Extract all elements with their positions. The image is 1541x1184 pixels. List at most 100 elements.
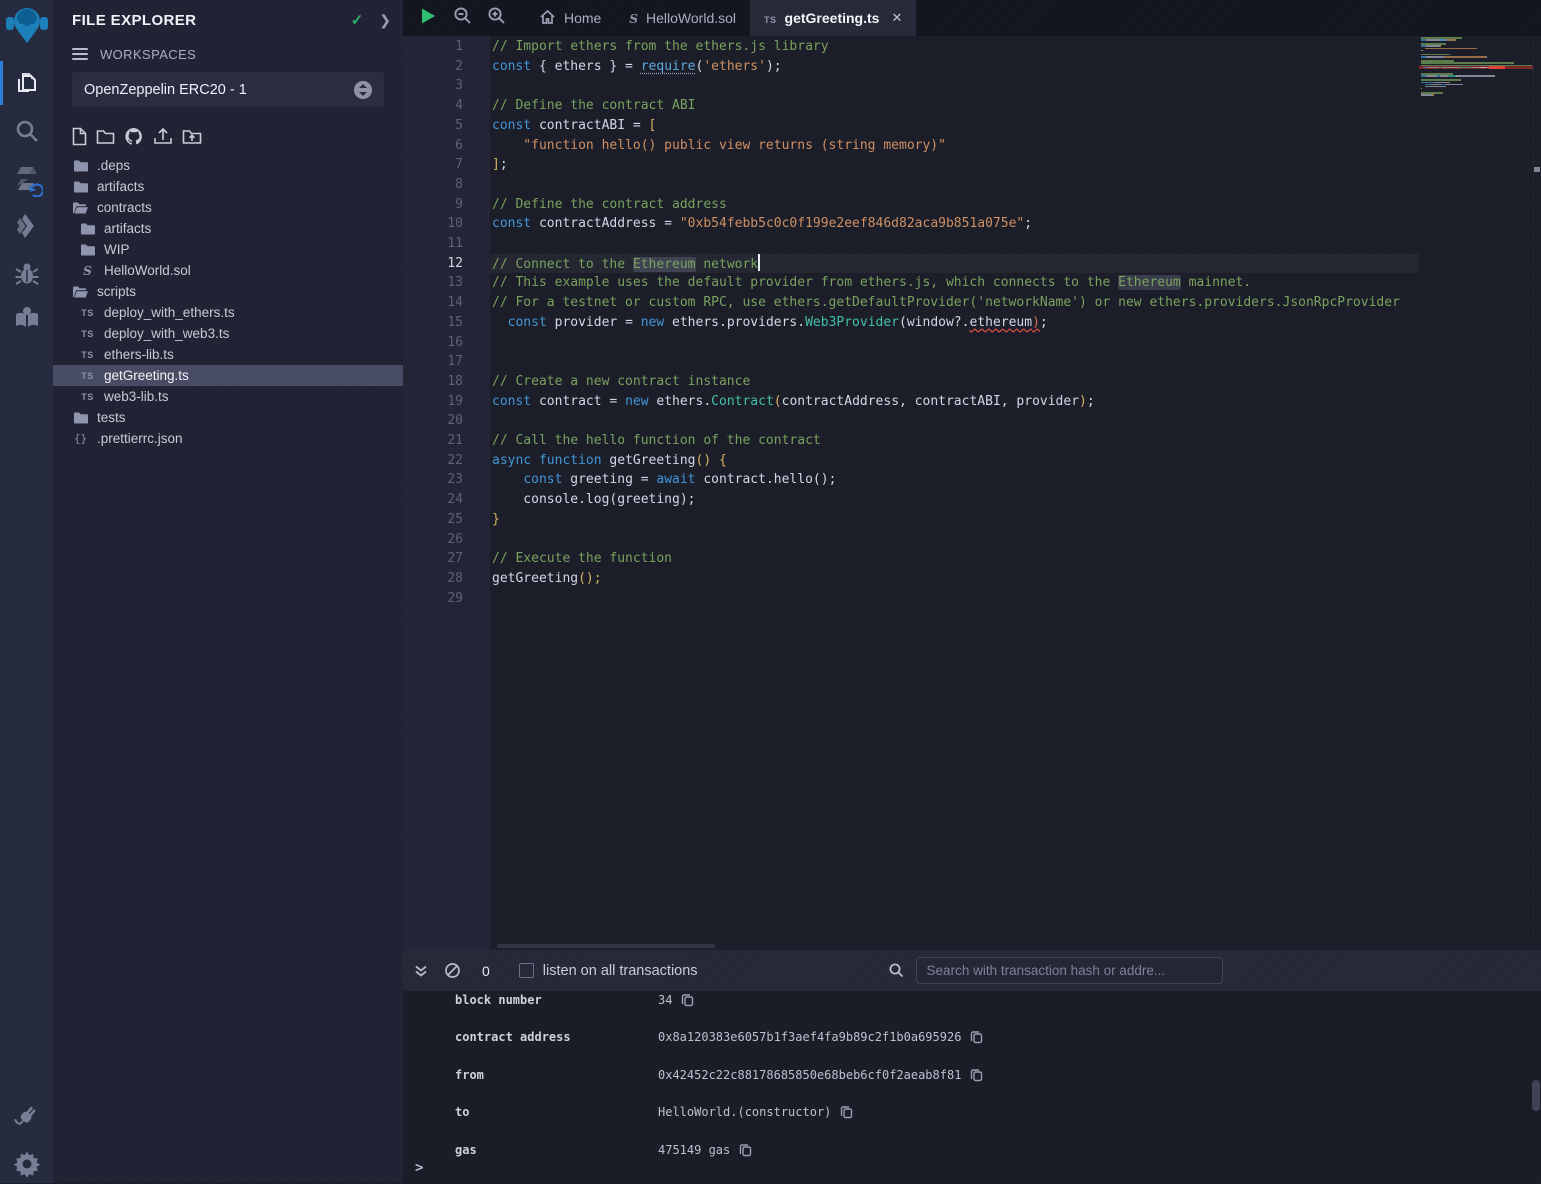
terminal-search-input[interactable] <box>916 957 1223 984</box>
tree-item-label: scripts <box>97 284 136 299</box>
code-area[interactable]: // Import ethers from the ethers.js libr… <box>492 37 1419 950</box>
transaction-count: 0 <box>482 963 490 979</box>
code-line-18[interactable]: // Create a new contract instance <box>492 372 750 392</box>
code-line-5[interactable]: const contractABI = [ <box>492 116 656 136</box>
tree-item-tests[interactable]: tests <box>53 407 403 428</box>
code-line-4[interactable]: // Define the contract ABI <box>492 96 696 116</box>
tree-item-artifacts[interactable]: artifacts <box>53 176 403 197</box>
tree-item-label: HelloWorld.sol <box>104 263 191 278</box>
tab-home[interactable]: Home <box>525 0 615 36</box>
code-line-21[interactable]: // Call the hello function of the contra… <box>492 431 821 451</box>
code-line-1[interactable]: // Import ethers from the ethers.js libr… <box>492 37 829 57</box>
clear-console-icon[interactable] <box>444 962 461 979</box>
tx-detail-label: block number <box>455 993 542 1007</box>
copy-icon[interactable] <box>970 1030 983 1044</box>
tree-item-contracts[interactable]: contracts <box>53 197 403 218</box>
code-line-7[interactable]: ]; <box>492 155 508 175</box>
rail-item-remix-logo[interactable] <box>0 6 53 46</box>
listen-transactions-label: listen on all transactions <box>543 963 698 979</box>
tx-detail-row: gas475149 gas <box>403 1140 1541 1160</box>
tree-item-ethers-lib-ts[interactable]: TSethers-lib.ts <box>53 344 403 365</box>
tree-item-getgreeting-ts[interactable]: TSgetGreeting.ts <box>53 365 403 386</box>
tree-item-label: artifacts <box>104 221 151 236</box>
rail-item-settings[interactable] <box>0 1144 53 1184</box>
horizontal-scrollbar-thumb[interactable] <box>497 944 715 948</box>
minimap[interactable] <box>1419 37 1533 117</box>
line-number: 27 <box>403 549 463 569</box>
hamburger-menu-icon[interactable] <box>72 48 88 60</box>
copy-icon[interactable] <box>970 1068 983 1082</box>
line-number: 22 <box>403 451 463 471</box>
line-number: 9 <box>403 195 463 215</box>
code-line-12[interactable]: // Connect to the Ethereum network <box>492 254 760 274</box>
copy-icon[interactable] <box>681 993 694 1007</box>
code-line-19[interactable]: const contract = new ethers.Contract(con… <box>492 392 1095 412</box>
copy-icon[interactable] <box>739 1143 752 1157</box>
home-icon <box>539 9 556 28</box>
code-line-6[interactable]: "function hello() public view returns (s… <box>492 136 946 156</box>
code-line-2[interactable]: const { ethers } = require('ethers'); <box>492 57 782 77</box>
ethereum-deploy-icon <box>12 212 42 242</box>
upload-folder-icon[interactable] <box>182 125 202 147</box>
copy-icon[interactable] <box>840 1105 853 1119</box>
run-script-button[interactable] <box>411 0 445 36</box>
tree-item-label: deploy_with_ethers.ts <box>104 305 235 320</box>
overview-cursor-marker <box>1534 167 1540 172</box>
workspace-select[interactable]: OpenZeppelin ERC20 - 1 <box>72 72 384 107</box>
tab-helloworld-sol[interactable]: SHelloWorld.sol <box>615 0 750 36</box>
tree-item-deploy-with-web3-ts[interactable]: TSdeploy_with_web3.ts <box>53 323 403 344</box>
code-line-25[interactable]: } <box>492 510 500 530</box>
line-number: 5 <box>403 116 463 136</box>
code-line-14[interactable]: // For a testnet or custom RPC, use ethe… <box>492 293 1400 313</box>
line-number: 7 <box>403 155 463 175</box>
terminal-search-icon <box>888 962 905 979</box>
rail-item-learneth[interactable] <box>0 298 53 338</box>
tab-getgreeting-ts[interactable]: TSgetGreeting.ts✕ <box>750 0 916 36</box>
expand-terminal-icon[interactable] <box>413 963 429 979</box>
github-icon[interactable] <box>124 125 144 147</box>
code-line-27[interactable]: // Execute the function <box>492 549 672 569</box>
tree-item--prettierrc-json[interactable]: {}.prettierrc.json <box>53 428 403 449</box>
rail-item-debugger[interactable] <box>0 254 53 294</box>
new-folder-icon[interactable] <box>96 125 115 147</box>
tree-item-artifacts[interactable]: artifacts <box>53 218 403 239</box>
rail-item-plugin-manager[interactable] <box>0 1096 53 1136</box>
rail-item-file-explorer[interactable] <box>0 63 53 103</box>
zoom-out-button[interactable] <box>445 0 479 36</box>
tree-item-label: artifacts <box>97 179 144 194</box>
minimap-line <box>1421 67 1489 69</box>
tree-item-wip[interactable]: WIP <box>53 239 403 260</box>
workspace-name: OpenZeppelin ERC20 - 1 <box>84 82 354 98</box>
tree-item-helloworld-sol[interactable]: SHelloWorld.sol <box>53 260 403 281</box>
listen-transactions-checkbox[interactable] <box>519 963 534 978</box>
close-tab-icon[interactable]: ✕ <box>891 10 902 26</box>
new-file-icon[interactable] <box>72 125 87 147</box>
upload-file-icon[interactable] <box>153 125 173 147</box>
code-line-13[interactable]: // This example uses the default provide… <box>492 273 1251 293</box>
code-line-28[interactable]: getGreeting(); <box>492 569 602 589</box>
tree-item-web3-lib-ts[interactable]: TSweb3-lib.ts <box>53 386 403 407</box>
chevron-right-icon[interactable]: ❯ <box>379 12 391 29</box>
tree-item-deploy-with-ethers-ts[interactable]: TSdeploy_with_ethers.ts <box>53 302 403 323</box>
zoom-in-button[interactable] <box>479 0 513 36</box>
code-line-23[interactable]: const greeting = await contract.hello(); <box>492 470 836 490</box>
code-line-24[interactable]: console.log(greeting); <box>492 490 696 510</box>
code-line-22[interactable]: async function getGreeting() { <box>492 451 727 471</box>
activity-rail <box>0 0 53 1183</box>
zoom-out-icon <box>453 6 472 30</box>
book-icon <box>13 304 41 332</box>
terminal-prompt[interactable]: > <box>415 1160 423 1176</box>
overview-ruler[interactable] <box>1533 36 1541 950</box>
minimap-line <box>1421 75 1495 77</box>
rail-item-deploy-run[interactable] <box>0 207 53 247</box>
tx-detail-row: block number34 <box>403 990 1541 1010</box>
tree-item--deps[interactable]: .deps <box>53 155 403 176</box>
tree-item-scripts[interactable]: scripts <box>53 281 403 302</box>
code-line-10[interactable]: const contractAddress = "0xb54febb5c0c0f… <box>492 214 1032 234</box>
code-line-15[interactable]: const provider = new ethers.providers.We… <box>492 313 1048 333</box>
terminal-scrollbar-thumb[interactable] <box>1532 1080 1540 1111</box>
code-line-9[interactable]: // Define the contract address <box>492 195 727 215</box>
check-icon[interactable]: ✓ <box>351 11 364 29</box>
rail-item-search[interactable] <box>0 111 53 151</box>
rail-item-solidity-compiler[interactable] <box>0 160 53 200</box>
